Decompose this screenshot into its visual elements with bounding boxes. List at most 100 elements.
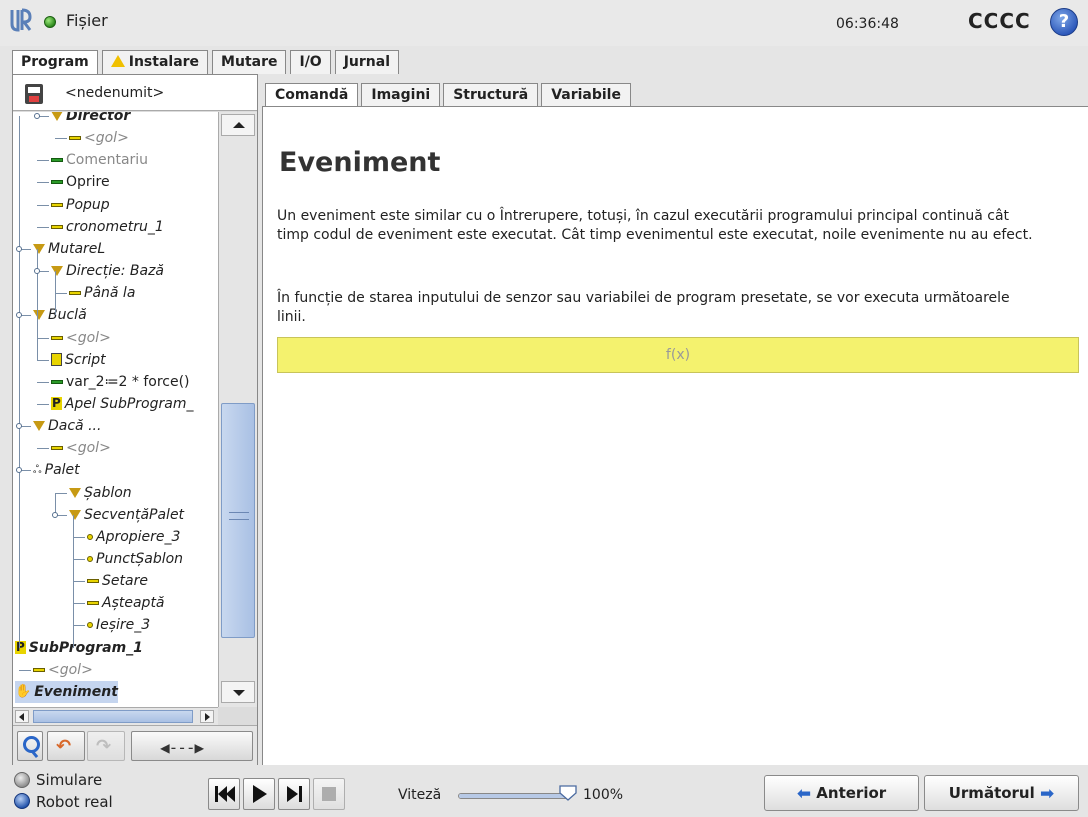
tree-node[interactable]: Dacă ... <box>33 415 101 437</box>
green-bar-icon <box>51 180 63 185</box>
vertical-scrollbar[interactable] <box>218 112 257 707</box>
tree-node[interactable]: Ieșire_3 <box>87 614 150 636</box>
move-node-button[interactable]: ◀---▶ <box>131 731 253 761</box>
help-icon[interactable]: ? <box>1050 8 1078 36</box>
tab-log[interactable]: Jurnal <box>334 50 400 74</box>
tree-node[interactable]: Direcție: Bază <box>51 260 164 282</box>
real-robot-radio[interactable] <box>14 793 30 809</box>
tree-connector <box>19 470 20 648</box>
tab-io[interactable]: I/O <box>290 50 331 74</box>
tree-node[interactable]: P SubProgram_1 <box>15 637 143 659</box>
scroll-right-button[interactable] <box>200 710 214 723</box>
tree-node-label: Apel SubProgram_ <box>64 395 194 412</box>
expand-knob-icon[interactable] <box>34 113 40 119</box>
play-button[interactable] <box>243 778 275 810</box>
step-button[interactable] <box>278 778 310 810</box>
tab-label: Comandă <box>275 87 349 103</box>
tree-node[interactable]: Șablon <box>69 482 132 504</box>
tree-node[interactable]: Setare <box>87 570 148 592</box>
expression-field[interactable]: f(x) <box>277 337 1079 373</box>
simulation-radio[interactable] <box>14 772 30 788</box>
simulation-label[interactable]: Simulare <box>36 771 102 789</box>
tree-node-label: Dacă ... <box>48 418 102 435</box>
tab-program[interactable]: Program <box>12 50 98 75</box>
tree-node[interactable]: Până la <box>69 282 135 304</box>
search-button[interactable] <box>17 731 43 761</box>
tab-structure[interactable]: Structură <box>443 83 539 107</box>
green-bar-icon <box>51 158 63 163</box>
previous-button[interactable]: ⬅ Anterior <box>764 775 919 811</box>
expand-knob-icon[interactable] <box>52 511 58 518</box>
scroll-thumb[interactable] <box>221 403 255 638</box>
tree-node[interactable]: <gol> <box>69 127 129 149</box>
tree-node[interactable]: ✋ Eveniment <box>15 680 118 703</box>
tree-connector <box>73 514 74 648</box>
tree-node-label: Setare <box>102 573 148 590</box>
scroll-left-button[interactable] <box>15 710 29 723</box>
tab-graphics[interactable]: Imagini <box>361 83 441 107</box>
tree-connector <box>73 581 85 583</box>
redo-button[interactable]: ↷ <box>87 731 125 761</box>
tree-node[interactable]: MutareL <box>33 238 105 260</box>
tree-connector <box>37 315 38 360</box>
top-bar: Fișier 06:36:48 CCCC ? <box>0 0 1088 46</box>
tree-node[interactable]: Așteaptă <box>87 592 165 614</box>
tree-connector <box>37 359 49 361</box>
subprogram-icon: P <box>51 396 62 411</box>
warning-icon <box>110 55 125 67</box>
tree-node[interactable]: PunctȘablon <box>87 548 183 570</box>
scroll-down-button[interactable] <box>221 681 255 703</box>
rewind-button[interactable] <box>208 778 240 810</box>
scroll-thumb[interactable] <box>33 710 193 723</box>
subprogram-icon: P <box>15 640 26 655</box>
speed-slider[interactable] <box>458 793 568 799</box>
tree-node[interactable]: var_2≔2 * force() <box>51 371 190 393</box>
scroll-up-button[interactable] <box>221 114 255 136</box>
tree-node-label: Șablon <box>84 484 132 501</box>
tree-connector <box>55 293 67 295</box>
tree-node[interactable]: Oprire <box>51 171 110 193</box>
program-tree[interactable]: Director <gol> Comentariu Oprire Popup cronom… <box>13 112 218 707</box>
yellow-bar-icon <box>51 202 63 207</box>
expand-knob-icon[interactable] <box>16 245 22 252</box>
expand-knob-icon[interactable] <box>34 268 40 275</box>
stop-button[interactable] <box>313 778 345 810</box>
tree-node[interactable]: SecvențăPalet <box>69 504 184 526</box>
real-robot-label[interactable]: Robot real <box>36 793 113 811</box>
tree-node[interactable]: Buclă <box>33 304 87 326</box>
tab-label: Mutare <box>221 54 278 70</box>
file-menu[interactable]: Fișier <box>66 11 108 30</box>
tab-label: Program <box>21 54 89 70</box>
tree-node[interactable]: cronometru_1 <box>51 216 164 238</box>
tree-node[interactable]: <gol> <box>33 659 93 681</box>
tree-node[interactable]: Comentariu <box>51 149 148 171</box>
tree-connector <box>37 182 49 184</box>
save-icon[interactable] <box>25 84 43 104</box>
speed-slider-handle[interactable] <box>558 784 578 802</box>
next-button[interactable]: Următorul ➡ <box>924 775 1079 811</box>
tab-command[interactable]: Comandă <box>265 83 359 108</box>
tree-node-label: Până la <box>84 285 136 302</box>
tree-node[interactable]: Apropiere_3 <box>87 526 180 548</box>
tree-node[interactable]: Script <box>51 349 106 371</box>
expand-knob-icon[interactable] <box>16 423 22 430</box>
speed-value: 100% <box>583 787 624 803</box>
yellow-bar-icon <box>33 667 45 672</box>
tree-node[interactable]: P Apel SubProgram_ <box>51 393 193 415</box>
tab-variables[interactable]: Variabile <box>541 83 631 107</box>
tree-node-label: <gol> <box>84 130 129 147</box>
tree-node[interactable]: Director <box>51 112 130 127</box>
horizontal-scrollbar[interactable] <box>13 707 218 725</box>
tree-node[interactable]: ஃ Palet <box>33 459 80 481</box>
tree-node[interactable]: <gol> <box>51 437 111 459</box>
tab-move[interactable]: Mutare <box>212 50 287 74</box>
expand-knob-icon[interactable] <box>16 312 22 319</box>
expand-knob-icon[interactable] <box>16 467 22 474</box>
tree-node[interactable]: Popup <box>51 194 110 216</box>
tree-node-label: Director <box>66 112 131 124</box>
undo-button[interactable]: ↶ <box>47 731 85 761</box>
tab-installation[interactable]: Instalare <box>101 50 209 74</box>
tree-node-label: <gol> <box>48 661 93 678</box>
tree-node[interactable]: <gol> <box>51 327 111 349</box>
yellow-bar-icon <box>87 579 99 584</box>
